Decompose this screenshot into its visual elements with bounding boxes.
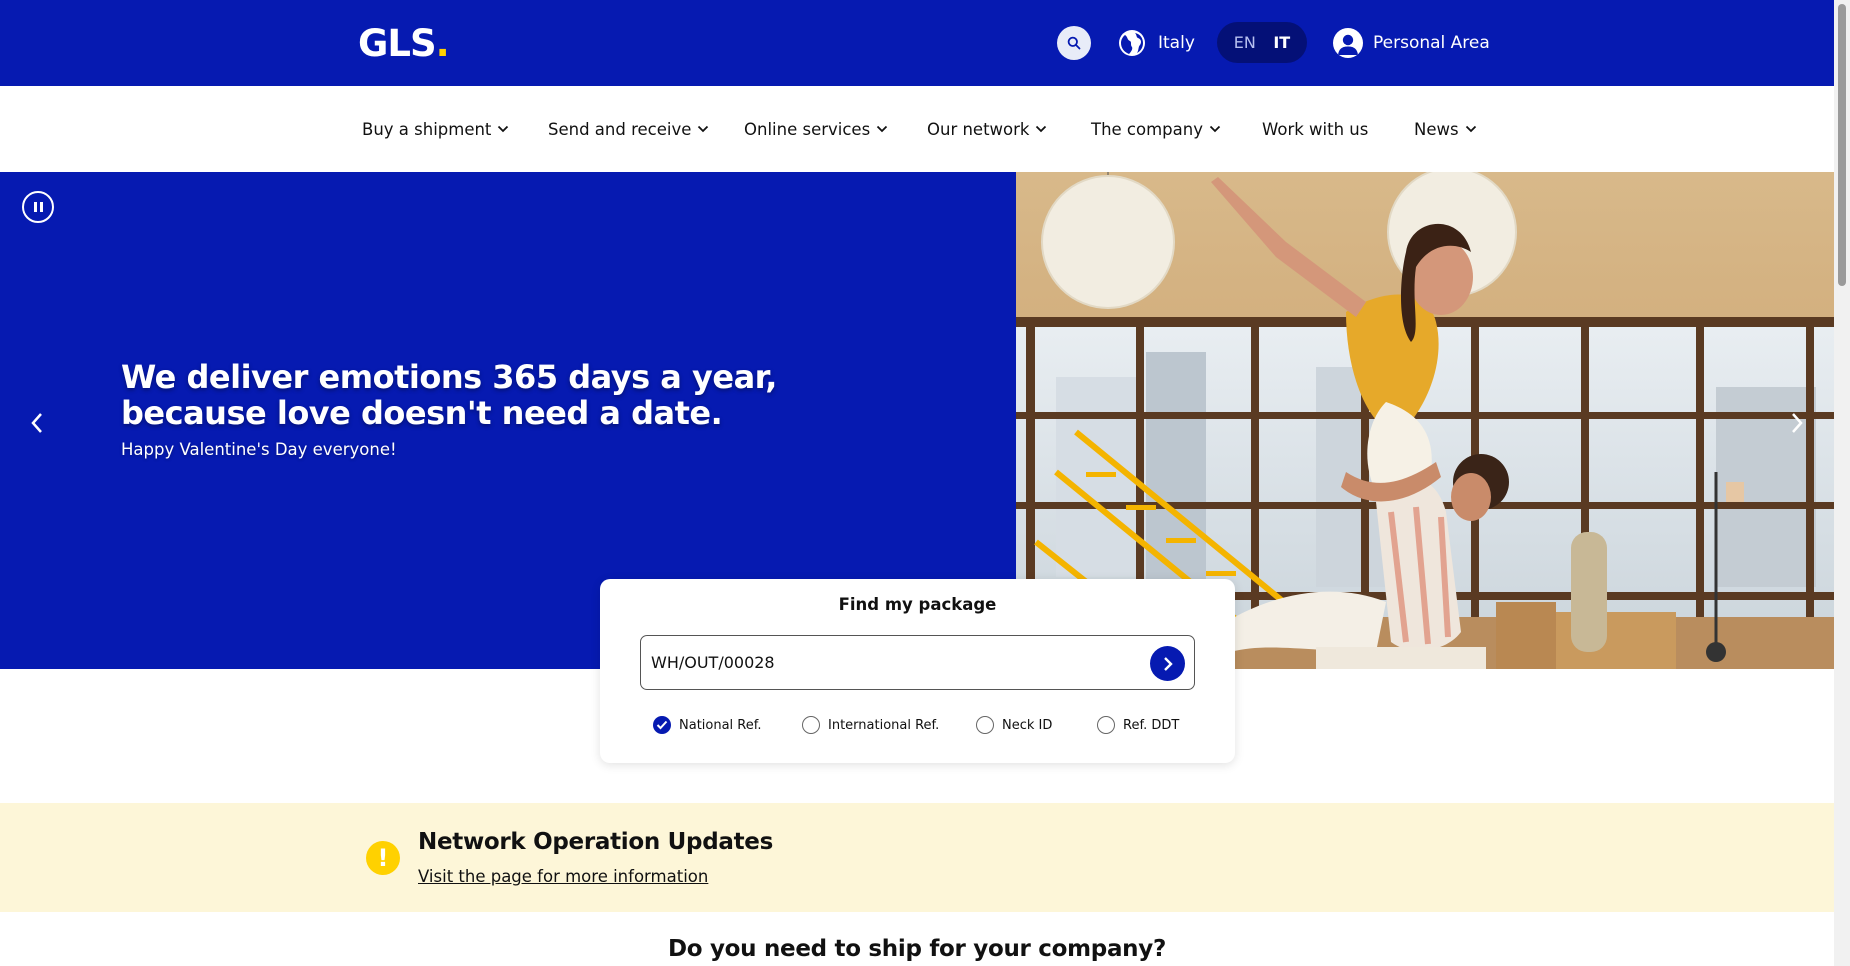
search-icon [1067, 36, 1081, 50]
logo-text: GLS [358, 22, 437, 65]
personal-area-label: Personal Area [1373, 33, 1490, 53]
nav-item-label: Online services [744, 119, 871, 139]
find-package-title: Find my package [838, 595, 997, 614]
user-icon [1333, 28, 1363, 58]
scrollbar-thumb[interactable] [1838, 4, 1846, 286]
nav-item-label: News [1414, 119, 1459, 139]
radio-circle [1097, 716, 1115, 734]
lang-en[interactable]: EN [1234, 33, 1256, 52]
nav-item-label: The company [1091, 119, 1203, 139]
chevron-down-icon [698, 125, 709, 133]
radio-label: Ref. DDT [1123, 717, 1180, 733]
page-scrollbar[interactable] [1834, 0, 1850, 966]
arrow-right-icon [1163, 656, 1173, 671]
nav-item-label: Send and receive [548, 119, 692, 139]
nav-item-label: Buy a shipment [362, 119, 492, 139]
notice-title: Network Operation Updates [418, 829, 773, 855]
hero-title-line: We deliver emotions 365 days a year, [121, 358, 777, 396]
search-button[interactable] [1057, 26, 1091, 60]
chevron-down-icon [1465, 125, 1476, 133]
tracking-input[interactable] [651, 636, 1131, 689]
nav-item-label: Our network [927, 119, 1030, 139]
radio-label: National Ref. [679, 717, 762, 733]
globe-icon [1119, 30, 1145, 56]
reference-type-group: National Ref. International Ref. Neck ID… [653, 716, 1213, 736]
nav-item-the-company[interactable]: The company [1091, 116, 1221, 142]
chevron-down-icon [498, 125, 509, 133]
check-icon [653, 716, 671, 734]
chevron-down-icon [1036, 125, 1047, 133]
nav-item-label: Work with us [1262, 119, 1369, 139]
exclamation-icon: ! [366, 841, 400, 875]
hero-subtitle: Happy Valentine's Day everyone! [121, 440, 397, 459]
radio-ref-ddt[interactable]: Ref. DDT [1097, 716, 1179, 734]
section-title: Do you need to ship for your company? [667, 936, 1166, 962]
logo-dot: . [435, 22, 450, 65]
find-package-card: Find my package National Ref. Internatio… [600, 579, 1235, 763]
chevron-down-icon [1209, 125, 1221, 133]
radio-circle [976, 716, 994, 734]
radio-label: Neck ID [1002, 717, 1053, 733]
hero-title: We deliver emotions 365 days a year, bec… [121, 359, 801, 431]
network-updates-banner: ! Network Operation Updates Visit the pa… [0, 803, 1834, 912]
radio-circle [802, 716, 820, 734]
gls-logo[interactable]: GLS. [358, 22, 450, 66]
nav-item-online-services[interactable]: Online services [744, 116, 888, 142]
nav-item-our-network[interactable]: Our network [927, 116, 1047, 142]
radio-national-ref[interactable]: National Ref. [653, 716, 762, 734]
chevron-left-icon[interactable] [22, 408, 52, 438]
nav-item-work-with-us[interactable]: Work with us [1262, 116, 1368, 142]
notice-link[interactable]: Visit the page for more information [418, 867, 708, 886]
radio-international-ref[interactable]: International Ref. [802, 716, 939, 734]
tracking-input-field[interactable] [640, 635, 1195, 690]
nav-item-news[interactable]: News [1414, 116, 1477, 142]
chevron-right-icon[interactable] [1782, 408, 1812, 438]
country-selector[interactable]: Italy [1118, 26, 1195, 60]
radio-neck-id[interactable]: Neck ID [976, 716, 1052, 734]
top-bar: GLS. Italy EN IT Personal Area [0, 0, 1834, 86]
main-navigation: Buy a shipment Send and receive Online s… [0, 86, 1834, 172]
pause-icon[interactable] [22, 191, 54, 223]
hero-title-line: because love doesn't need a date. [121, 394, 723, 432]
nav-item-buy-a-shipment[interactable]: Buy a shipment [362, 116, 509, 142]
language-switcher[interactable]: EN IT [1217, 22, 1307, 63]
search-package-button[interactable] [1150, 646, 1185, 681]
nav-item-send-and-receive[interactable]: Send and receive [548, 116, 709, 142]
personal-area-link[interactable]: Personal Area [1333, 26, 1490, 60]
chevron-down-icon [877, 125, 888, 133]
country-label: Italy [1158, 33, 1195, 53]
lang-it[interactable]: IT [1273, 33, 1290, 52]
radio-label: International Ref. [828, 717, 940, 733]
